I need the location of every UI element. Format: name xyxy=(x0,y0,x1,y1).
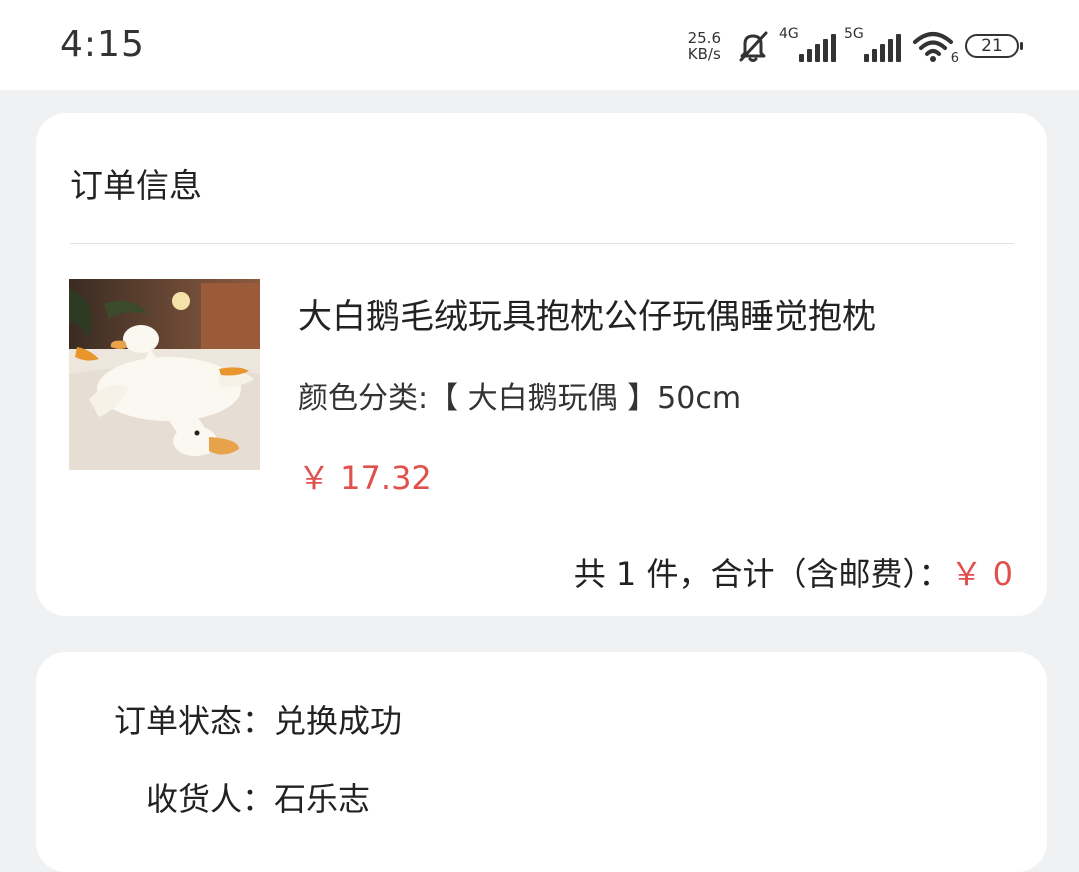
divider xyxy=(70,243,1014,244)
order-status-row: 订单状态： 兑换成功 xyxy=(88,696,402,742)
wifi-badge: 6 xyxy=(950,51,959,66)
order-status-label: 订单状态： xyxy=(113,702,274,740)
status-time: 4:15 xyxy=(60,24,145,65)
order-info-title: 订单信息 xyxy=(70,166,202,205)
order-total: 共 1 件，合计（含邮费）：￥ 0 xyxy=(574,549,1013,595)
status-icons: 25.6 KB/s 4G 5G 6 21 xyxy=(688,22,1023,70)
network-speed-unit: KB/s xyxy=(687,45,721,63)
signal-1-label: 4G xyxy=(779,26,799,42)
battery-icon: 21 xyxy=(965,34,1023,58)
product-price: ￥ 17.32 xyxy=(298,459,432,497)
order-total-label: 共 1 件，合计（含邮费）： xyxy=(573,555,951,593)
order-info-card: 订单信息 大白鹅毛绒玩具抱枕公仔玩偶睡觉抱枕 颜色分类:【 大白鹅玩偶 】50c… xyxy=(36,113,1047,616)
signal-icon: 4G xyxy=(779,26,836,62)
product-spec: 颜色分类:【 大白鹅玩偶 】50cm xyxy=(298,381,742,416)
product-name[interactable]: 大白鹅毛绒玩具抱枕公仔玩偶睡觉抱枕 xyxy=(298,289,876,338)
network-speed: 25.6 KB/s xyxy=(688,30,721,62)
wifi-icon: 6 xyxy=(911,28,959,66)
receiver-row: 收货人： 石乐志 xyxy=(88,774,370,820)
battery-level: 21 xyxy=(981,36,1003,56)
signal-icon: 5G xyxy=(844,26,901,62)
status-bar: 4:15 25.6 KB/s 4G 5G 6 21 xyxy=(0,0,1079,90)
order-status-card: 订单状态： 兑换成功 收货人： 石乐志 xyxy=(36,652,1047,872)
product-image[interactable] xyxy=(69,279,260,470)
order-status-value: 兑换成功 xyxy=(274,702,403,740)
signal-2-label: 5G xyxy=(844,26,864,42)
order-total-value: ￥ 0 xyxy=(950,555,1013,593)
receiver-value: 石乐志 xyxy=(274,780,371,818)
bell-muted-icon xyxy=(735,28,771,64)
receiver-label: 收货人： xyxy=(145,780,274,818)
network-speed-value: 25.6 xyxy=(687,29,721,47)
